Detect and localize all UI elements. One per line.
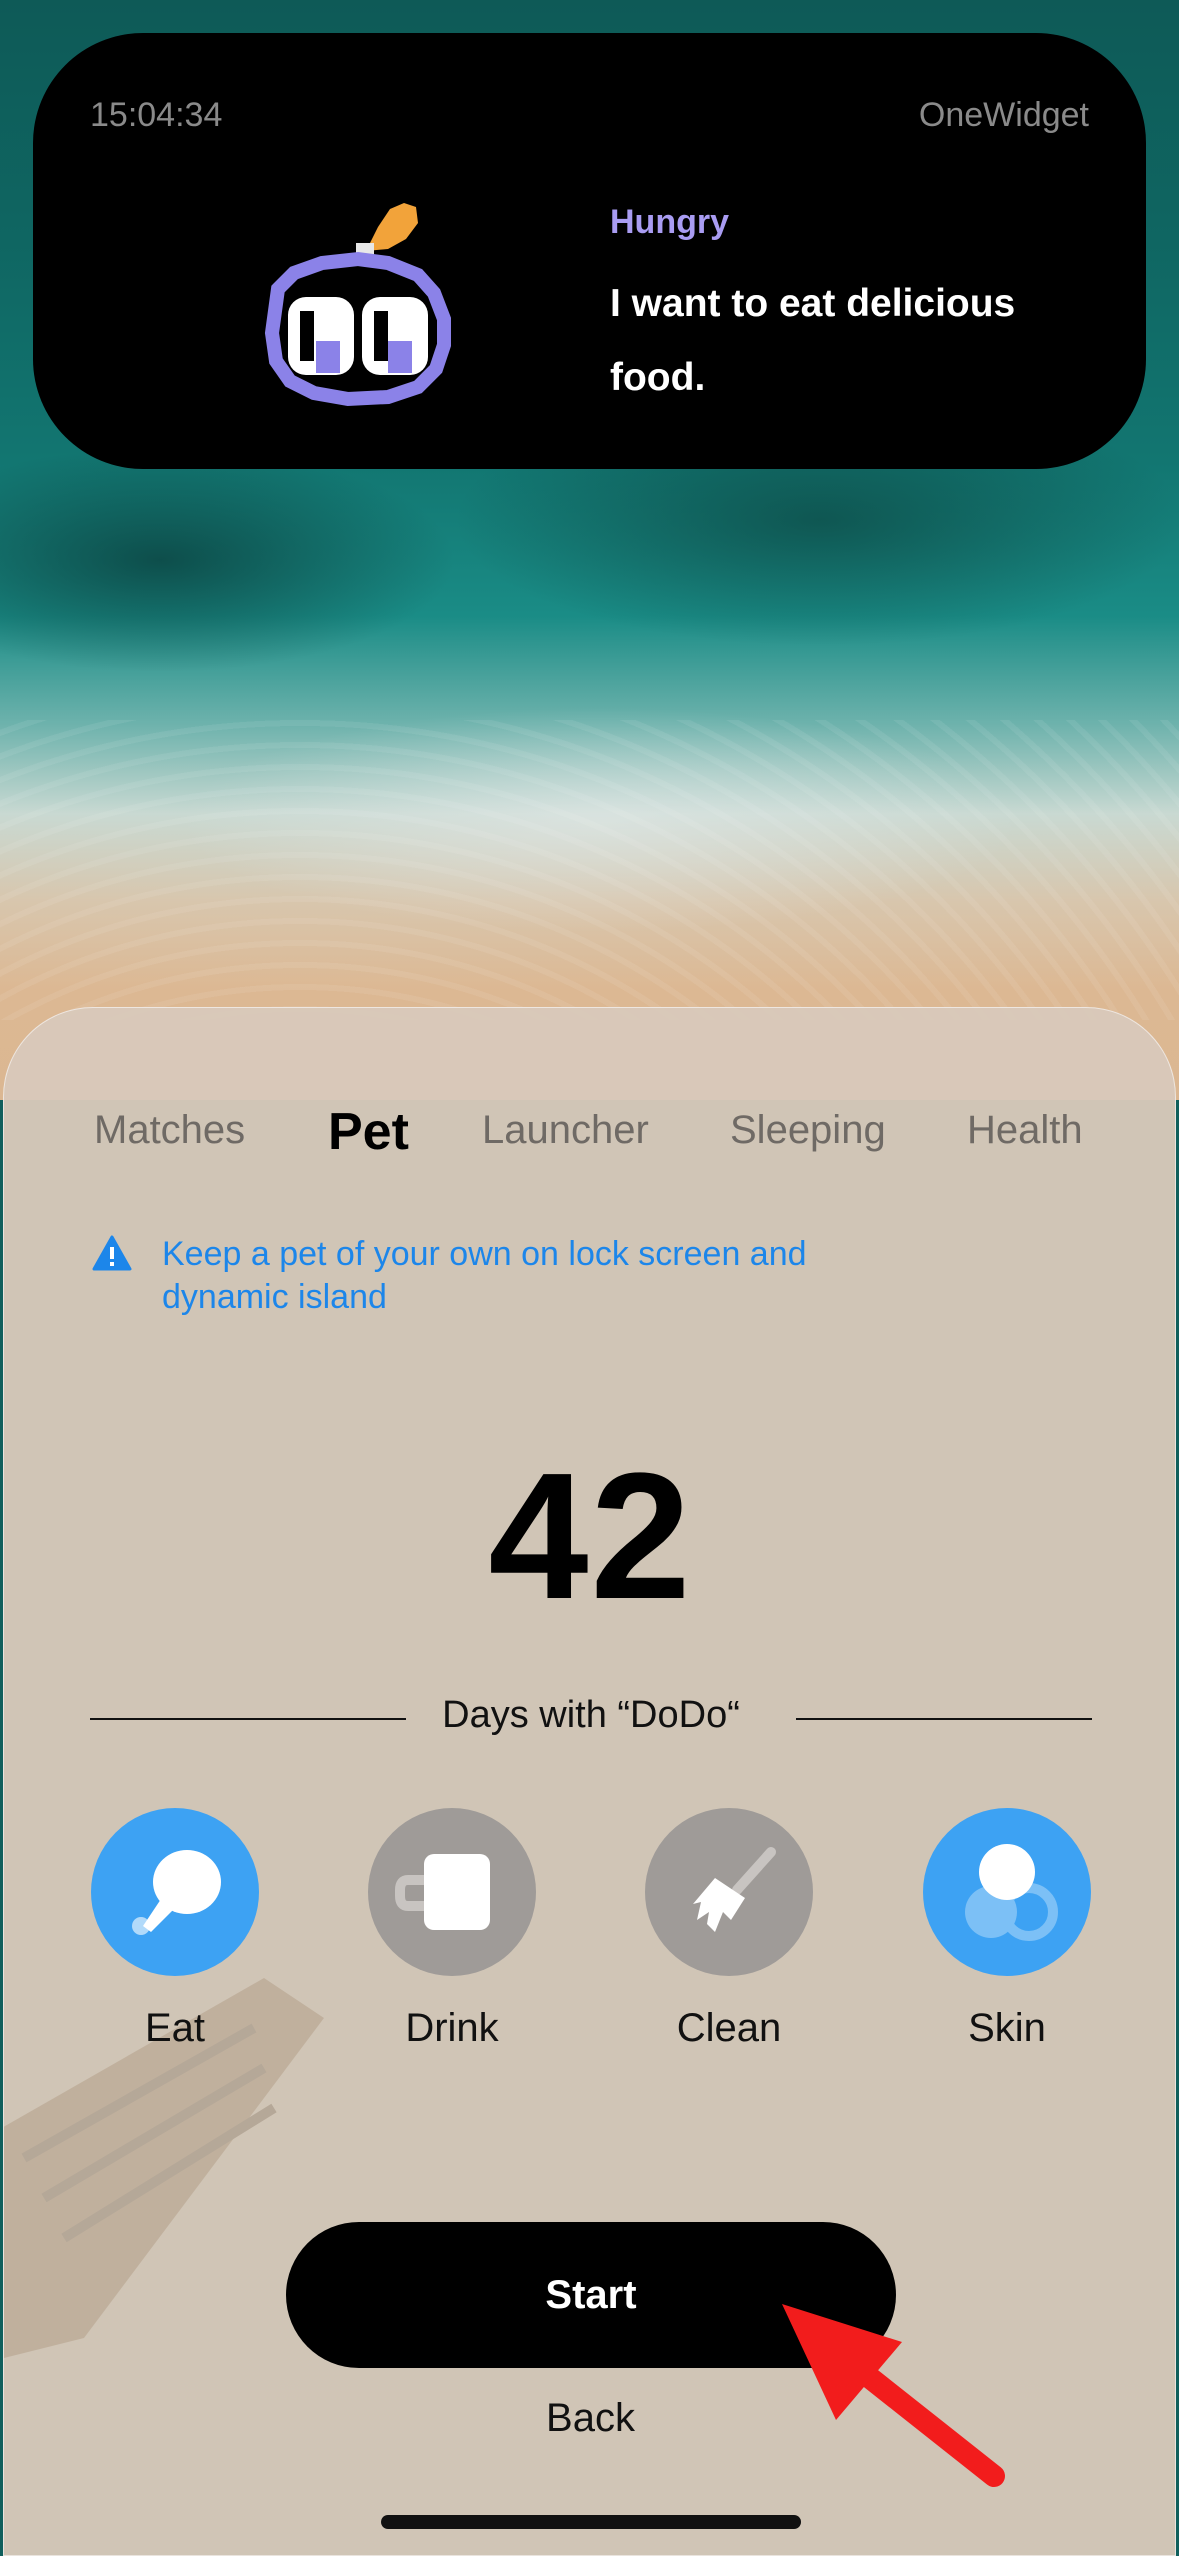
clean-action[interactable]: Clean: [644, 1808, 814, 2051]
days-divider: Days with “DoDo“: [90, 1694, 1092, 1744]
tab-matches[interactable]: Matches: [94, 1108, 245, 1153]
drink-action[interactable]: Drink: [367, 1808, 537, 2051]
island-time: 15:04:34: [90, 96, 223, 134]
days-label: Days with “DoDo“: [442, 1694, 740, 1736]
island-app-name: OneWidget: [918, 96, 1089, 134]
tab-launcher[interactable]: Launcher: [482, 1108, 649, 1153]
clean-label: Clean: [676, 2006, 782, 2050]
eat-action[interactable]: Eat: [90, 1808, 260, 2051]
pet-status: Hungry: [610, 203, 729, 241]
skin-circles-icon: [965, 1844, 1058, 1941]
red-arrow-annotation: [782, 2304, 1005, 2487]
tab-pet[interactable]: Pet: [328, 1102, 409, 1162]
category-tabs: Matches Pet Launcher Sleeping Health: [92, 1103, 1092, 1168]
tab-health[interactable]: Health: [967, 1108, 1083, 1153]
warning-triangle-icon: [92, 1235, 132, 1271]
eat-label: Eat: [144, 2006, 206, 2050]
days-counter: 42: [488, 1436, 693, 1637]
broom-icon: [693, 1847, 776, 1932]
lock-screen-preview: 15:04:34 OneWidget Hungry I want to eat …: [0, 0, 1179, 2556]
skin-button[interactable]: [923, 1808, 1091, 1976]
pet-actions: Eat Drink Clean Skin: [90, 1808, 1092, 2068]
dynamic-island-widget: 15:04:34 OneWidget Hungry I want to eat …: [33, 33, 1146, 469]
skin-action[interactable]: Skin: [922, 1808, 1092, 2051]
pet-message: I want to eat delicious food.: [610, 282, 1016, 399]
clean-button[interactable]: [645, 1808, 813, 1976]
drink-button[interactable]: [368, 1808, 536, 1976]
pet-sprite-icon: [264, 203, 451, 407]
mug-icon: [395, 1854, 490, 1930]
drumstick-icon: [132, 1850, 221, 1935]
drink-label: Drink: [405, 2006, 499, 2050]
tab-sleeping[interactable]: Sleeping: [730, 1108, 886, 1153]
eat-button[interactable]: [91, 1808, 259, 1976]
skin-label: Skin: [968, 2006, 1046, 2050]
notice-text: Keep a pet of your own on lock screen an…: [162, 1235, 807, 1316]
home-indicator[interactable]: [381, 2515, 801, 2529]
